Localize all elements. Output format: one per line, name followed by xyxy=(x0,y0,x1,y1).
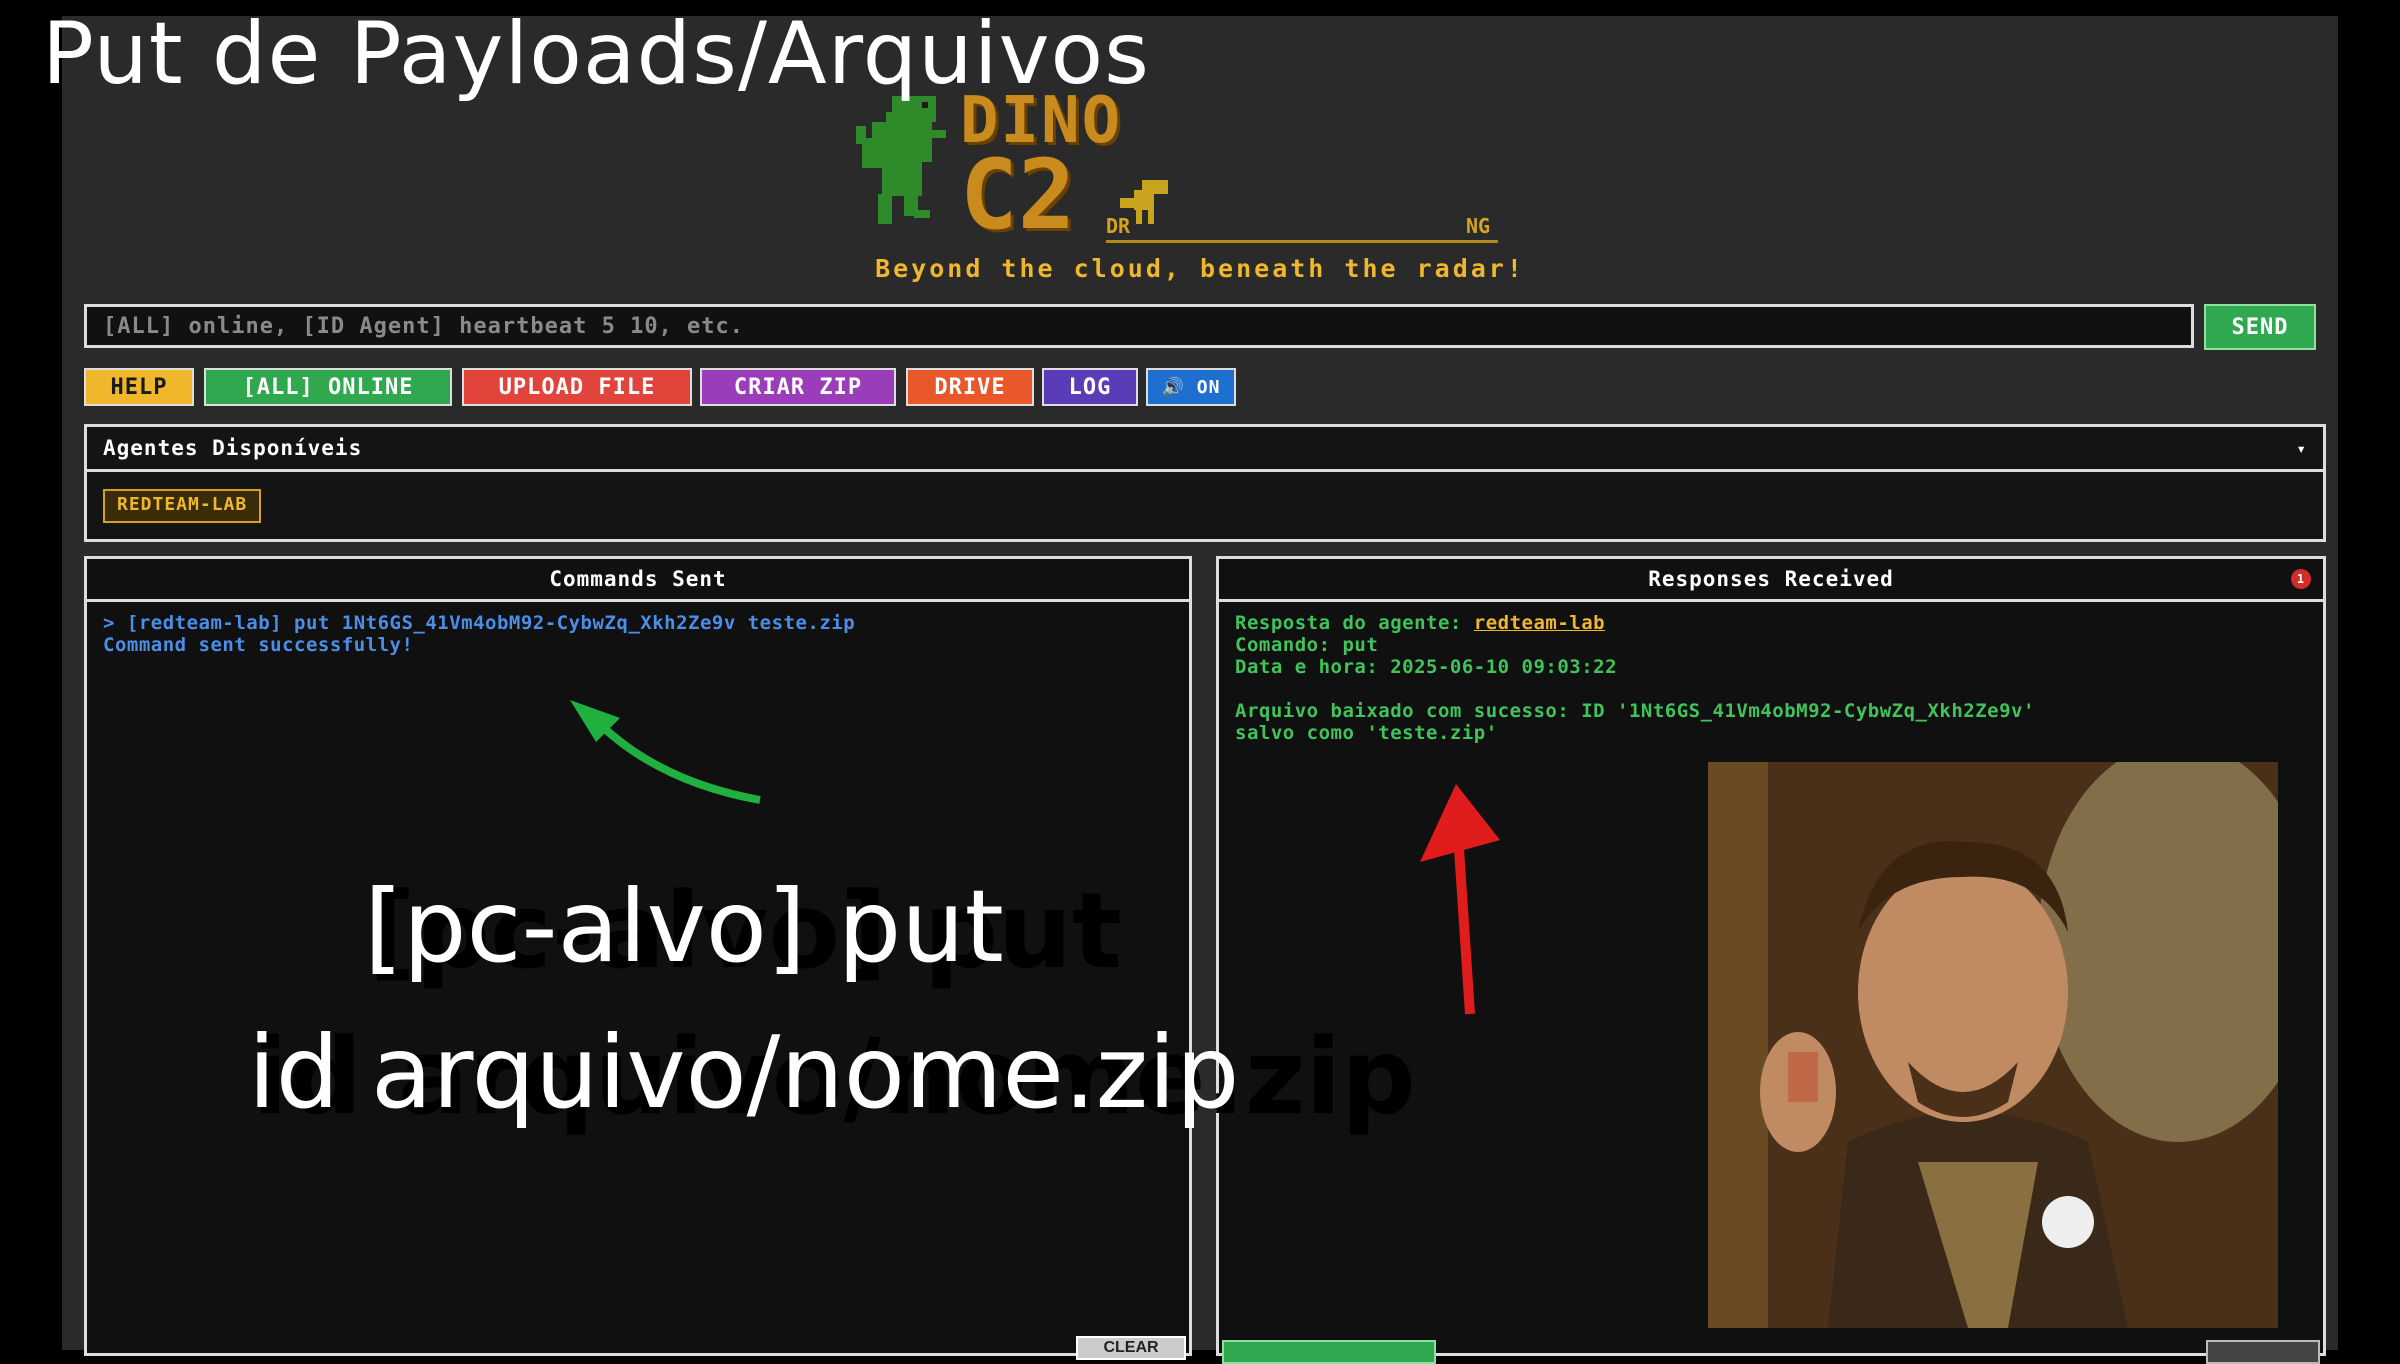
overlay-line2: id arquivo/nome.zip xyxy=(248,1014,1240,1131)
annotation-arrows xyxy=(570,700,1500,1015)
green-arrow-icon xyxy=(585,709,761,804)
overlay-line1: [pc-alvo] put xyxy=(364,868,1004,985)
slide-title: Put de Payloads/Arquivos xyxy=(42,4,1150,104)
